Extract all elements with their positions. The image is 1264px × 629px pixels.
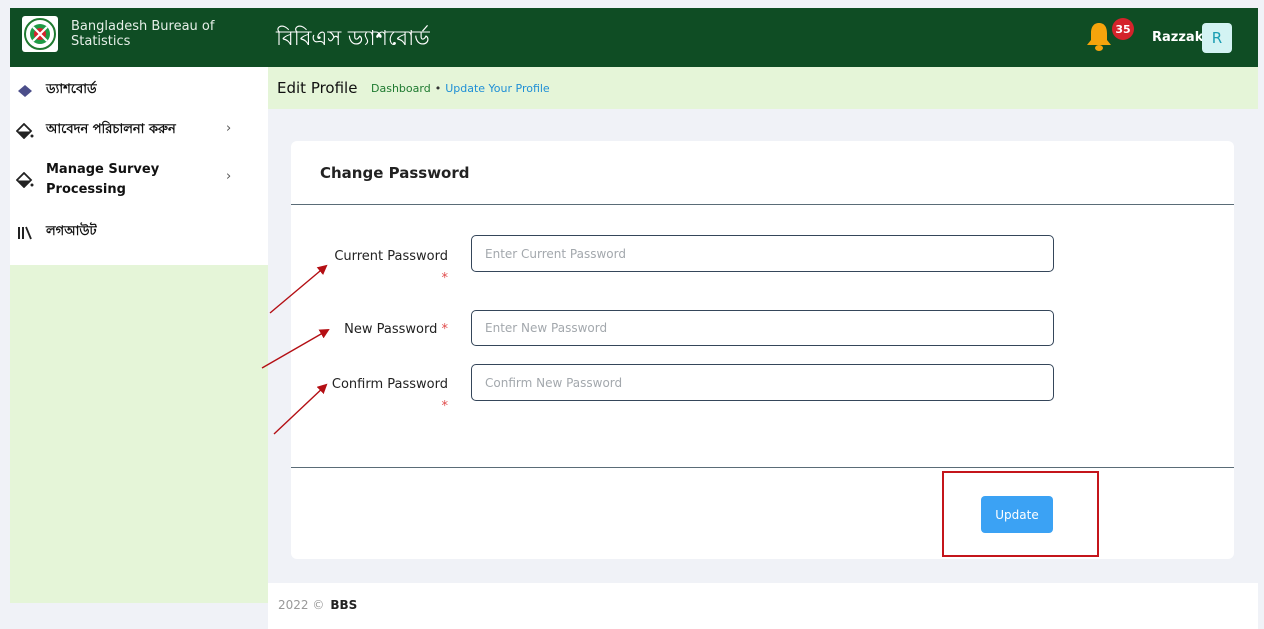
annotation-arrow (273, 383, 328, 435)
footer: 2022 © BBS (268, 583, 1258, 629)
annotation-arrow (261, 329, 330, 369)
annotation-arrow (269, 264, 328, 314)
footer-copyright: 2022 © BBS (278, 598, 358, 612)
annotation-arrows (261, 264, 330, 435)
footer-brand: BBS (330, 598, 358, 612)
